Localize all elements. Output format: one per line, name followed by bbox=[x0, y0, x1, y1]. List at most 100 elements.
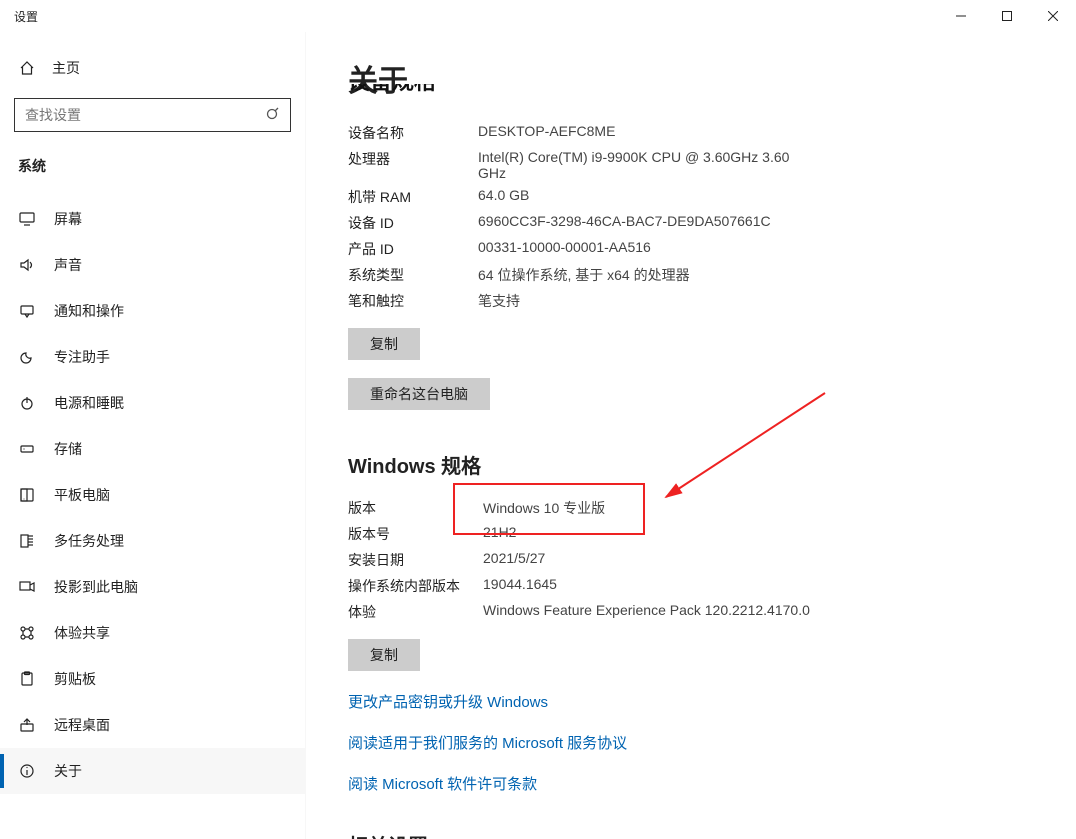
nav-item-label: 声音 bbox=[54, 255, 82, 275]
notify-icon bbox=[18, 303, 36, 319]
nav-item-label: 远程桌面 bbox=[54, 715, 110, 735]
share-icon bbox=[18, 625, 36, 641]
device-spec-list: 设备名称DESKTOP-AEFC8ME处理器Intel(R) Core(TM) … bbox=[348, 120, 1076, 314]
spec-label: 安装日期 bbox=[348, 550, 483, 570]
maximize-button[interactable] bbox=[984, 0, 1030, 32]
search-container bbox=[14, 98, 291, 132]
settings-link[interactable]: 阅读 Microsoft 软件许可条款 bbox=[348, 773, 1076, 794]
search-icon bbox=[265, 107, 281, 123]
about-icon bbox=[18, 763, 36, 779]
nav-item-display[interactable]: 屏幕 bbox=[0, 196, 305, 242]
tablet-icon bbox=[18, 487, 36, 503]
spec-row: 机带 RAM64.0 GB bbox=[348, 184, 1076, 210]
nav-item-label: 多任务处理 bbox=[54, 531, 124, 551]
multitask-icon bbox=[18, 533, 36, 549]
spec-row: 系统类型64 位操作系统, 基于 x64 的处理器 bbox=[348, 262, 1076, 288]
nav-item-about[interactable]: 关于 bbox=[0, 748, 305, 794]
nav-item-label: 电源和睡眠 bbox=[54, 393, 124, 413]
display-icon bbox=[18, 211, 36, 227]
nav-item-label: 投影到此电脑 bbox=[54, 577, 138, 597]
nav-item-multitask[interactable]: 多任务处理 bbox=[0, 518, 305, 564]
spec-row: 安装日期2021/5/27 bbox=[348, 547, 1076, 573]
minimize-button[interactable] bbox=[938, 0, 984, 32]
nav-item-focus[interactable]: 专注助手 bbox=[0, 334, 305, 380]
links-section: 更改产品密钥或升级 Windows 阅读适用于我们服务的 Microsoft 服务… bbox=[348, 691, 1076, 794]
spec-value: 21H2 bbox=[483, 524, 516, 544]
home-label: 主页 bbox=[52, 58, 80, 78]
window-controls bbox=[938, 0, 1076, 32]
spec-value: 笔支持 bbox=[478, 291, 520, 311]
spec-label: 版本号 bbox=[348, 524, 483, 544]
spec-row: 版本号21H2 bbox=[348, 521, 1076, 547]
copy-device-button[interactable]: 复制 bbox=[348, 328, 420, 360]
nav-item-label: 平板电脑 bbox=[54, 485, 110, 505]
spec-value: 64.0 GB bbox=[478, 187, 529, 207]
close-button[interactable] bbox=[1030, 0, 1076, 32]
window-title: 设置 bbox=[14, 8, 38, 25]
spec-row: 操作系统内部版本19044.1645 bbox=[348, 573, 1076, 599]
remote-icon bbox=[18, 717, 36, 733]
nav-item-label: 剪贴板 bbox=[54, 669, 96, 689]
spec-label: 系统类型 bbox=[348, 265, 478, 285]
nav-item-project[interactable]: 投影到此电脑 bbox=[0, 564, 305, 610]
spec-label: 设备 ID bbox=[348, 213, 478, 233]
nav-item-label: 专注助手 bbox=[54, 347, 110, 367]
spec-value: 19044.1645 bbox=[483, 576, 557, 596]
related-heading: 相关设置 bbox=[348, 830, 1076, 839]
spec-value: 2021/5/27 bbox=[483, 550, 545, 570]
spec-label: 设备名称 bbox=[348, 123, 478, 143]
spec-label: 机带 RAM bbox=[348, 187, 478, 207]
nav-item-share[interactable]: 体验共享 bbox=[0, 610, 305, 656]
nav-list: 屏幕声音通知和操作专注助手电源和睡眠存储平板电脑多任务处理投影到此电脑体验共享剪… bbox=[0, 196, 305, 794]
nav-item-label: 通知和操作 bbox=[54, 301, 124, 321]
spec-row: 版本Windows 10 专业版 bbox=[348, 495, 1076, 521]
spec-value: DESKTOP-AEFC8ME bbox=[478, 123, 615, 143]
settings-link[interactable]: 更改产品密钥或升级 Windows bbox=[348, 691, 1076, 712]
rename-pc-button[interactable]: 重命名这台电脑 bbox=[348, 378, 490, 410]
nav-item-notify[interactable]: 通知和操作 bbox=[0, 288, 305, 334]
focus-icon bbox=[18, 349, 36, 365]
spec-value: Windows Feature Experience Pack 120.2212… bbox=[483, 602, 810, 622]
home-nav[interactable]: 主页 bbox=[0, 50, 305, 86]
nav-item-tablet[interactable]: 平板电脑 bbox=[0, 472, 305, 518]
clipped-heading: 设备规格 bbox=[348, 84, 1076, 92]
nav-item-clipboard[interactable]: 剪贴板 bbox=[0, 656, 305, 702]
windows-spec-list: 版本Windows 10 专业版版本号21H2安装日期2021/5/27操作系统… bbox=[348, 495, 1076, 625]
nav-item-label: 存储 bbox=[54, 439, 82, 459]
spec-row: 处理器Intel(R) Core(TM) i9-9900K CPU @ 3.60… bbox=[348, 146, 1076, 184]
spec-value: Windows 10 专业版 bbox=[483, 498, 605, 518]
spec-row: 产品 ID00331-10000-00001-AA516 bbox=[348, 236, 1076, 262]
spec-label: 产品 ID bbox=[348, 239, 478, 259]
title-bar: 设置 bbox=[0, 0, 1076, 32]
spec-value: Intel(R) Core(TM) i9-9900K CPU @ 3.60GHz… bbox=[478, 149, 808, 181]
search-input[interactable] bbox=[14, 98, 291, 132]
spec-label: 体验 bbox=[348, 602, 483, 622]
power-icon bbox=[18, 395, 36, 411]
spec-row: 设备 ID6960CC3F-3298-46CA-BAC7-DE9DA507661… bbox=[348, 210, 1076, 236]
spec-value: 64 位操作系统, 基于 x64 的处理器 bbox=[478, 265, 690, 285]
spec-row: 设备名称DESKTOP-AEFC8ME bbox=[348, 120, 1076, 146]
clipboard-icon bbox=[18, 671, 36, 687]
nav-item-power[interactable]: 电源和睡眠 bbox=[0, 380, 305, 426]
spec-label: 版本 bbox=[348, 498, 483, 518]
sidebar: 主页 系统 屏幕声音通知和操作专注助手电源和睡眠存储平板电脑多任务处理投影到此电… bbox=[0, 32, 306, 839]
spec-label: 笔和触控 bbox=[348, 291, 478, 311]
spec-label: 操作系统内部版本 bbox=[348, 576, 483, 596]
settings-link[interactable]: 阅读适用于我们服务的 Microsoft 服务协议 bbox=[348, 732, 1076, 753]
windows-spec-heading: Windows 规格 bbox=[348, 450, 1076, 479]
project-icon bbox=[18, 579, 36, 595]
nav-item-label: 屏幕 bbox=[54, 209, 82, 229]
spec-value: 00331-10000-00001-AA516 bbox=[478, 239, 651, 259]
page-title: 关于 bbox=[348, 56, 1076, 100]
spec-row: 体验Windows Feature Experience Pack 120.22… bbox=[348, 599, 1076, 625]
nav-item-label: 关于 bbox=[54, 761, 82, 781]
nav-item-remote[interactable]: 远程桌面 bbox=[0, 702, 305, 748]
sound-icon bbox=[18, 257, 36, 273]
home-icon bbox=[18, 60, 36, 76]
nav-item-label: 体验共享 bbox=[54, 623, 110, 643]
nav-item-storage[interactable]: 存储 bbox=[0, 426, 305, 472]
copy-windows-button[interactable]: 复制 bbox=[348, 639, 420, 671]
spec-row: 笔和触控笔支持 bbox=[348, 288, 1076, 314]
storage-icon bbox=[18, 441, 36, 457]
nav-item-sound[interactable]: 声音 bbox=[0, 242, 305, 288]
